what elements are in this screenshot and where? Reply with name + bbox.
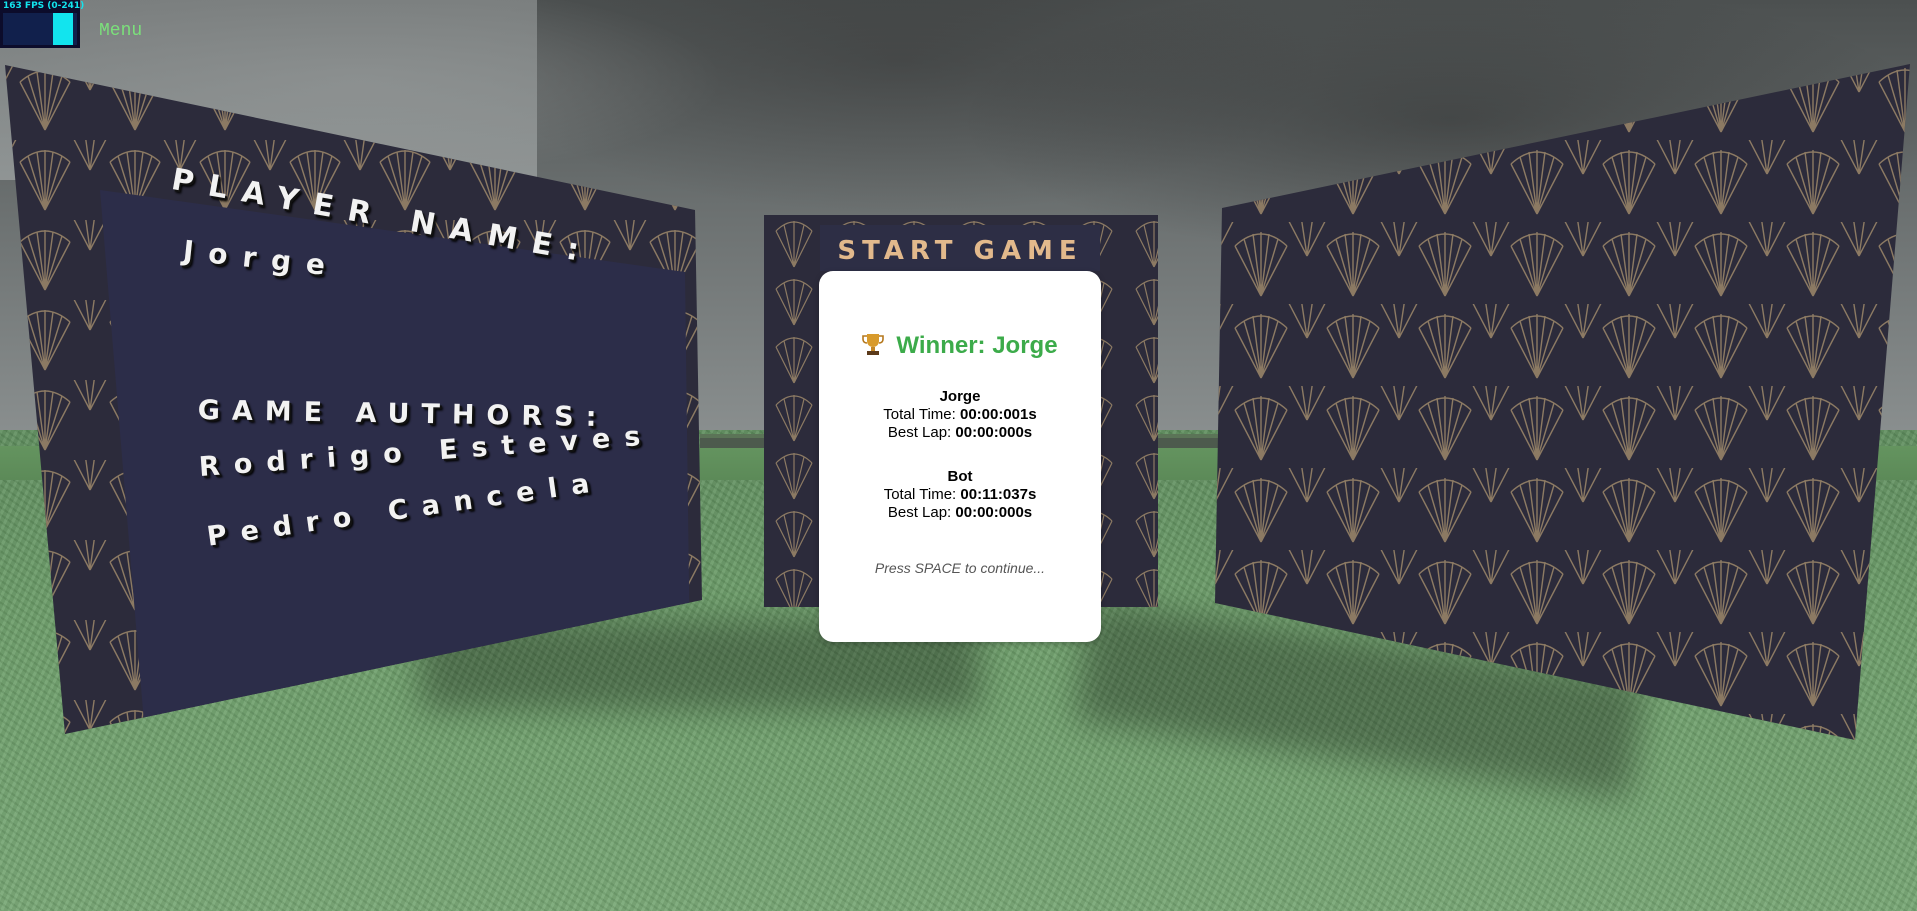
fps-bar	[53, 13, 73, 45]
trophy-icon	[862, 334, 885, 355]
total-time-value: 00:00:001s	[959, 406, 1037, 423]
best-lap-value: 00:00:000s	[955, 424, 1033, 441]
result-player-name: Bot	[947, 468, 973, 485]
fps-label: 163 FPS (0-241)	[3, 1, 85, 11]
winner-heading: Winner: Jorge	[819, 332, 1101, 360]
best-lap-row: Best Lap: 00:00:000s	[819, 424, 1101, 442]
menu-button[interactable]: Menu	[99, 21, 142, 41]
best-lap-value: 00:00:000s	[955, 504, 1033, 521]
total-time-row: Total Time: 00:11:037s	[819, 486, 1101, 504]
total-time-value: 00:11:037s	[960, 486, 1037, 503]
best-lap-label: Best Lap:	[887, 424, 952, 441]
track-segment-right	[1150, 438, 1222, 448]
player-result: Jorge Total Time: 00:00:001s Best Lap: 0…	[819, 388, 1101, 442]
result-player-name: Jorge	[939, 388, 981, 405]
player-result: Bot Total Time: 00:11:037s Best Lap: 00:…	[819, 468, 1101, 522]
total-time-label: Total Time:	[883, 486, 957, 503]
track-segment-left	[700, 438, 770, 448]
continue-prompt: Press SPACE to continue...	[874, 560, 1046, 576]
fps-meter: 163 FPS (0-241)	[0, 0, 84, 48]
best-lap-label: Best Lap:	[887, 504, 952, 521]
best-lap-row: Best Lap: 00:00:000s	[819, 504, 1101, 522]
winner-text: Winner: Jorge	[896, 332, 1058, 359]
total-time-row: Total Time: 00:00:001s	[819, 406, 1101, 424]
results-dialog: Winner: Jorge Jorge Total Time: 00:00:00…	[819, 271, 1101, 642]
start-game-title[interactable]: START GAME	[820, 236, 1100, 266]
total-time-label: Total Time:	[883, 406, 956, 423]
